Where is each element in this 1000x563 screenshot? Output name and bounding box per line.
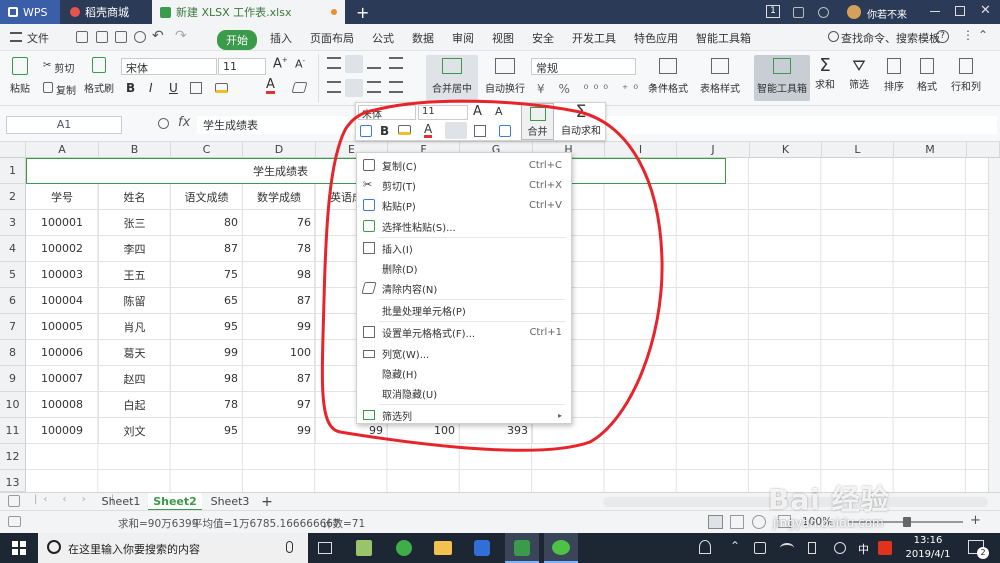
- watermark-logo: Bai 经验: [768, 483, 890, 516]
- watermark-url: jingyan.baidu.com: [773, 516, 884, 530]
